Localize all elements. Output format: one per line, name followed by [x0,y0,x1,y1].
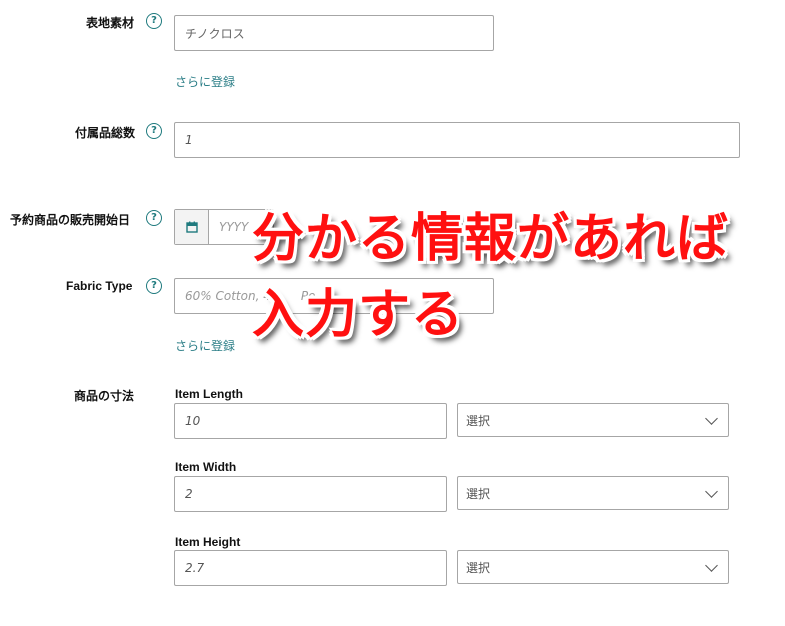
item-width-label: Item Width [175,460,237,474]
item-height-input[interactable]: 2.7 [174,550,447,586]
item-height-label: Item Height [175,535,241,549]
item-width-unit-value: 選択 [466,486,491,501]
item-width-unit-select[interactable]: 選択 [457,476,729,510]
preorder-date-label: 予約商品の販売開始日 [10,213,131,227]
item-height-unit-select[interactable]: 選択 [457,550,729,584]
item-length-label: Item Length [175,387,243,401]
item-length-unit-value: 選択 [466,413,491,428]
help-icon[interactable]: ? [146,210,162,226]
item-height-unit-value: 選択 [466,560,491,575]
annotation-line-1: 分かる情報があれば [252,209,730,269]
item-width-input[interactable]: 2 [174,476,447,512]
chevron-down-icon [705,558,718,572]
accessory-count-label: 付属品総数 [75,126,136,140]
preorder-date-input[interactable]: YYYY [209,210,248,244]
surface-material-input[interactable]: チノクロス [174,15,494,51]
fabric-type-label: Fabric Type [66,279,133,293]
help-icon[interactable]: ? [146,278,162,294]
surface-material-add-more-link[interactable]: さらに登録 [175,73,235,90]
calendar-icon[interactable] [175,210,209,244]
annotation-line-2: 入力する [252,285,465,345]
surface-material-label: 表地素材 [86,16,135,30]
chevron-down-icon [705,484,718,498]
accessory-count-input[interactable]: 1 [174,122,740,158]
help-icon[interactable]: ? [146,123,162,139]
item-length-unit-select[interactable]: 選択 [457,403,729,437]
chevron-down-icon [705,411,718,425]
dimensions-label: 商品の寸法 [74,389,135,403]
help-icon[interactable]: ? [146,13,162,29]
fabric-type-add-more-link[interactable]: さらに登録 [175,337,235,354]
item-length-input[interactable]: 10 [174,403,447,439]
